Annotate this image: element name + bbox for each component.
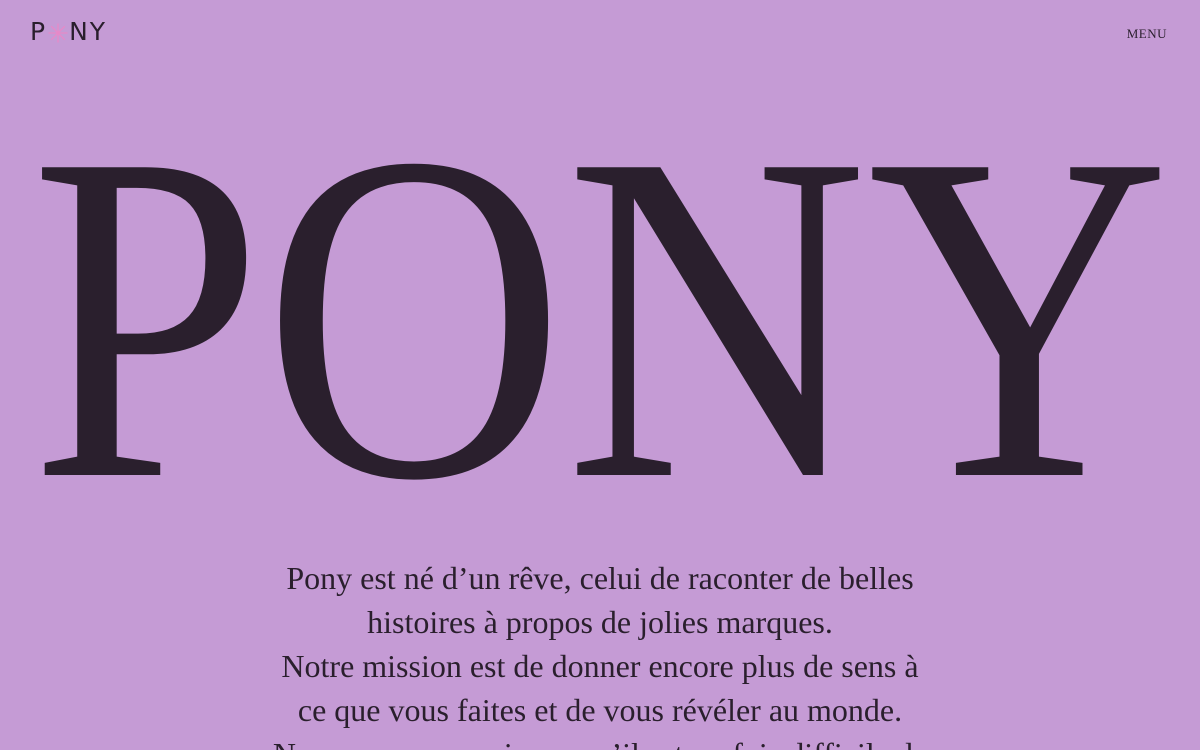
logo-letter-p: P [30, 17, 48, 46]
intro-line: Pony est né d’un rêve, celui de raconter… [286, 560, 914, 596]
intro-line: histoires à propos de jolies marques. [367, 604, 833, 640]
hero-title-graphic: PONY [30, 56, 1170, 577]
site-logo[interactable]: P NY [30, 19, 107, 44]
asterisk-star-icon [48, 22, 68, 43]
intro-line: Nous avons conscience qu’il est parfois … [200, 732, 1000, 750]
menu-button[interactable]: MENU [1127, 26, 1167, 42]
intro-text-block: Pony est né d’un rêve, celui de raconter… [200, 556, 1000, 750]
intro-line: ce que vous faites et de vous révéler au… [297, 692, 903, 728]
intro-line: Notre mission est de donner encore plus … [281, 648, 919, 684]
hero-section: PONY [0, 56, 1200, 577]
logo-letters-ny: NY [69, 17, 108, 46]
site-header: P NY MENU [0, 0, 1200, 70]
hero-title: PONY [30, 125, 1170, 485]
